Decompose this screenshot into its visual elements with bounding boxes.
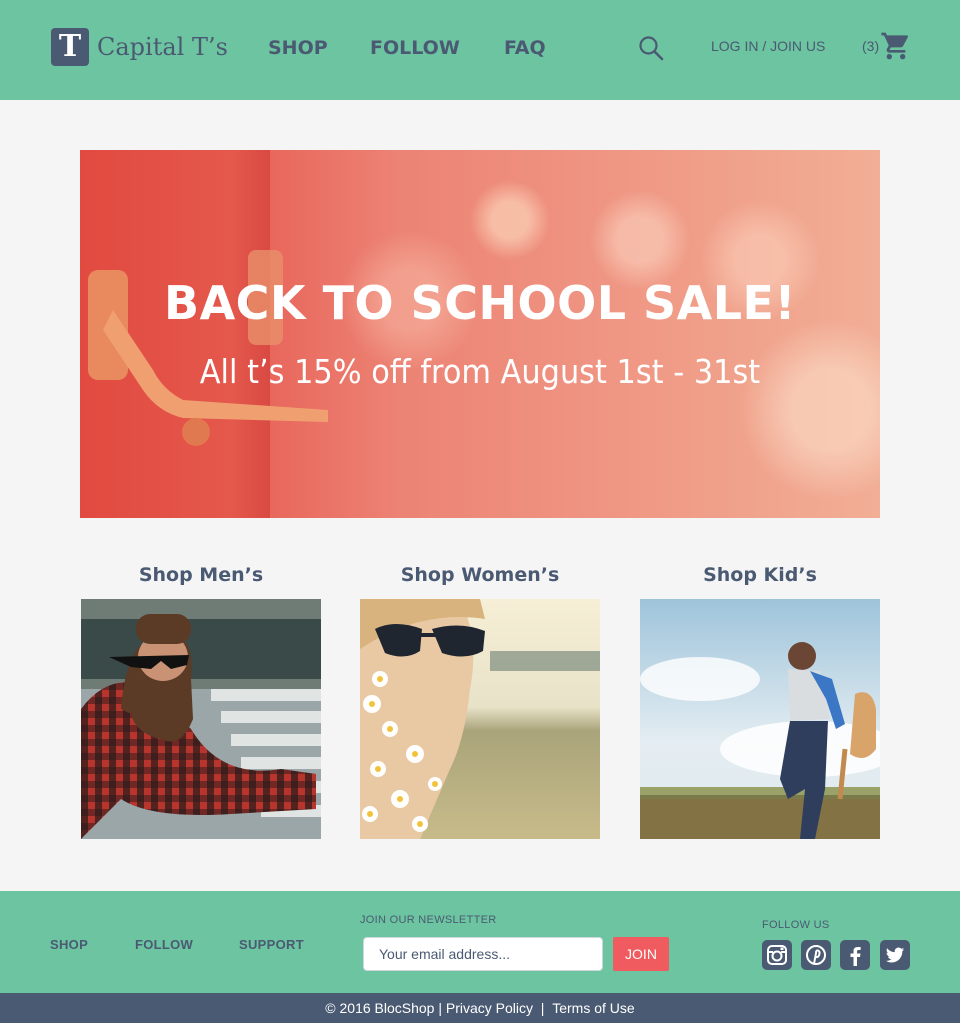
mens-photo — [81, 599, 321, 839]
bottom-bar: © 2016 BlocShop | Privacy Policy | Terms… — [0, 993, 960, 1023]
terms-of-use-link[interactable]: Terms of Use — [552, 1000, 634, 1016]
category-kids[interactable]: Shop Kid’s — [640, 563, 880, 839]
nav-faq[interactable]: FAQ — [504, 37, 546, 59]
hero-title: BACK TO SCHOOL SALE! — [164, 276, 796, 330]
newsletter-email-input[interactable] — [363, 937, 603, 971]
pinterest-icon[interactable] — [801, 940, 831, 970]
site-header: T Capital T’s SHOP FOLLOW FAQ LOG IN / J… — [0, 0, 960, 100]
bottom-links: © 2016 BlocShop | Privacy Policy | Terms… — [0, 1000, 960, 1016]
womens-photo — [360, 599, 600, 839]
category-title: Shop Kid’s — [703, 564, 817, 586]
separator: | — [533, 1000, 553, 1016]
logo[interactable]: T Capital T’s — [51, 28, 228, 66]
category-womens[interactable]: Shop Women’s — [360, 563, 600, 839]
category-title: Shop Men’s — [138, 564, 264, 586]
cart-button[interactable]: (3) — [862, 30, 913, 62]
footer-link-support[interactable]: SUPPORT — [239, 937, 304, 952]
separator: | — [434, 1000, 446, 1016]
nav-shop[interactable]: SHOP — [268, 37, 328, 59]
hero-subtitle: All t’s 15% off from August 1st - 31st — [199, 352, 761, 391]
copyright-text: © 2016 BlocShop — [325, 1000, 435, 1016]
newsletter-label: JOIN OUR NEWSLETTER — [360, 914, 497, 926]
footer-link-follow[interactable]: FOLLOW — [135, 937, 193, 952]
cart-count: (3) — [862, 38, 880, 54]
login-join-link[interactable]: LOG IN / JOIN US — [711, 38, 825, 54]
hero-banner[interactable]: BACK TO SCHOOL SALE! All t’s 15% off fro… — [80, 150, 880, 518]
kids-photo — [640, 599, 880, 839]
facebook-icon[interactable] — [840, 940, 870, 970]
nav-follow[interactable]: FOLLOW — [370, 37, 460, 59]
shopping-cart-icon — [881, 32, 909, 60]
search-icon[interactable] — [638, 35, 664, 61]
twitter-icon[interactable] — [880, 940, 910, 970]
site-footer: SHOP FOLLOW SUPPORT JOIN OUR NEWSLETTER … — [0, 891, 960, 993]
instagram-icon[interactable] — [762, 940, 792, 970]
follow-us-label: FOLLOW US — [762, 919, 830, 931]
brand-name: Capital T’s — [97, 33, 228, 61]
privacy-policy-link[interactable]: Privacy Policy — [446, 1000, 533, 1016]
category-mens[interactable]: Shop Men’s — [81, 563, 321, 839]
footer-link-shop[interactable]: SHOP — [50, 937, 88, 952]
category-title: Shop Women’s — [400, 564, 560, 586]
logo-mark: T — [51, 28, 89, 66]
newsletter-join-button[interactable]: JOIN — [613, 937, 669, 971]
